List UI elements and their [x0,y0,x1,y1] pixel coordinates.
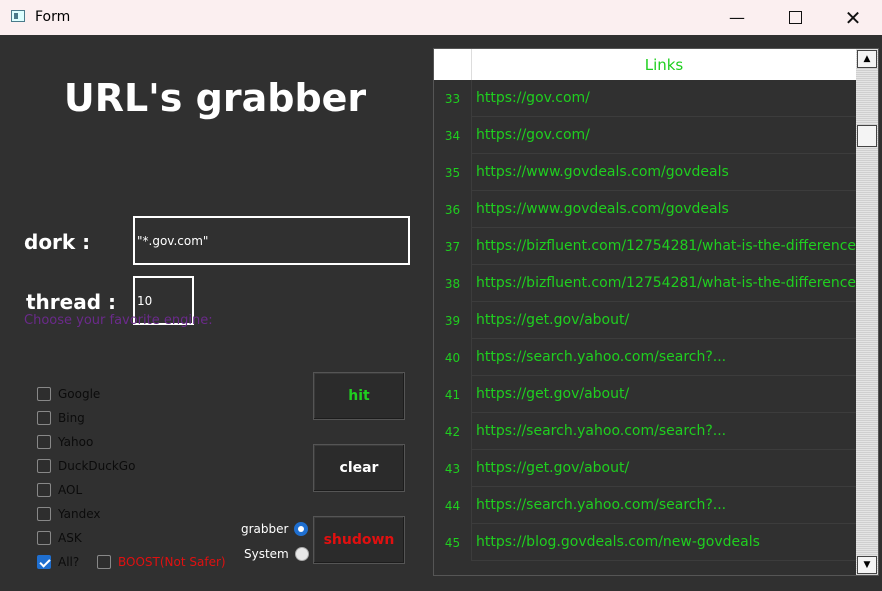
row-number: 44 [434,487,471,524]
close-button[interactable]: ✕ [824,0,882,35]
link-cell[interactable]: https://bizfluent.com/12754281/what-is-t… [471,228,856,265]
link-cell[interactable]: https://www.govdeals.com/govdeals [471,154,856,191]
checkbox-box[interactable] [37,459,51,473]
radio-label: grabber [241,522,289,536]
table-row[interactable]: 34 https://gov.com/ [434,117,856,154]
link-cell[interactable]: https://blog.govdeals.com/new-govdeals [471,524,856,561]
engine-yandex-checkbox[interactable]: Yandex [37,505,101,523]
table-corner [434,49,471,80]
link-cell[interactable]: https://bizfluent.com/12754281/what-is-t… [471,265,856,302]
boost-label: BOOST(Not Safer) [118,555,226,569]
checkbox-label: AOL [58,483,83,497]
checkbox-label: Google [58,387,101,401]
radio-indicator[interactable] [294,547,309,561]
thread-label: thread : [26,290,116,314]
scroll-down-button[interactable]: ▼ [857,556,877,574]
checkbox-box[interactable] [37,387,51,401]
engine-all-checkbox[interactable]: All? [37,553,79,571]
checkbox-label: Yandex [58,507,101,521]
row-number: 41 [434,376,471,413]
clear-button[interactable]: clear [313,444,405,492]
row-number: 45 [434,524,471,561]
checkbox-label: All? [58,555,80,569]
row-number: 34 [434,117,471,154]
links-table: Links 33 https://gov.com/ 34 https://gov.c… [433,48,879,576]
arrow-down-icon: ▼ [863,560,871,570]
table-row[interactable]: 38 https://bizfluent.com/12754281/what-is… [434,265,856,302]
engine-bing-checkbox[interactable]: Bing [37,409,85,427]
engine-duckduckgo-checkbox[interactable]: DuckDuckGo [37,457,135,475]
row-number: 40 [434,339,471,376]
row-number: 43 [434,450,471,487]
row-number: 33 [434,80,471,117]
vertical-scrollbar[interactable]: ▲ ▼ [856,49,878,575]
table-row[interactable]: 44 https://search.yahoo.com/search?... [434,487,856,524]
table-row[interactable]: 41 https://get.gov/about/ [434,376,856,413]
row-number: 35 [434,154,471,191]
link-cell[interactable]: https://www.govdeals.com/govdeals [471,191,856,228]
table-row[interactable]: 36 https://www.govdeals.com/govdeals [434,191,856,228]
title-bar: Form — ✕ [0,0,882,35]
row-number: 38 [434,265,471,302]
engine-yahoo-checkbox[interactable]: Yahoo [37,433,93,451]
maximize-button[interactable] [766,0,824,35]
engine-aol-checkbox[interactable]: AOL [37,481,82,499]
scroll-up-button[interactable]: ▲ [857,50,877,68]
table-row[interactable]: 42 https://search.yahoo.com/search?... [434,413,856,450]
row-number: 42 [434,413,471,450]
shutdown-button[interactable]: shudown [313,516,405,564]
table-row[interactable]: 33 https://gov.com/ [434,80,856,117]
row-number: 39 [434,302,471,339]
window-title: Form [35,9,71,25]
table-row[interactable]: 39 https://get.gov/about/ [434,302,856,339]
checkbox-box[interactable] [37,435,51,449]
table-row[interactable]: 35 https://www.govdeals.com/govdeals [434,154,856,191]
engine-hint: Choose your favorite engine: [24,313,213,328]
minimize-button[interactable]: — [708,0,766,35]
radio-label: System [244,547,289,561]
app-icon [11,10,25,22]
table-row[interactable]: 45 https://blog.govdeals.com/new-govdeals [434,524,856,561]
checkbox-box[interactable] [37,411,51,425]
checkbox-box[interactable] [97,555,111,569]
engine-google-checkbox[interactable]: Google [37,385,100,403]
checkbox-box[interactable] [37,531,51,545]
hit-button[interactable]: hit [313,372,405,420]
boost-checkbox[interactable]: BOOST(Not Safer) [97,553,226,571]
engine-ask-checkbox[interactable]: ASK [37,529,82,547]
table-rows: 33 https://gov.com/ 34 https://gov.com/ 35… [434,80,856,561]
close-icon: ✕ [844,5,862,30]
maximize-icon [788,11,802,24]
link-cell[interactable]: https://get.gov/about/ [471,376,856,413]
checkbox-box[interactable] [37,555,51,569]
radio-indicator[interactable] [294,522,309,536]
checkbox-box[interactable] [37,507,51,521]
row-number: 37 [434,228,471,265]
table-row[interactable]: 40 https://search.yahoo.com/search?... [434,339,856,376]
link-cell[interactable]: https://gov.com/ [471,117,856,154]
link-cell[interactable]: https://search.yahoo.com/search?... [471,413,856,450]
dork-input[interactable] [133,216,410,265]
checkbox-box[interactable] [37,483,51,497]
checkbox-label: Bing [58,411,85,425]
minimize-icon: — [729,8,745,27]
scroll-thumb[interactable] [857,125,877,147]
link-cell[interactable]: https://search.yahoo.com/search?... [471,487,856,524]
checkbox-label: DuckDuckGo [58,459,136,473]
link-cell[interactable]: https://get.gov/about/ [471,302,856,339]
page-title: URL's grabber [63,76,367,120]
dork-label: dork : [24,230,91,254]
link-cell[interactable]: https://get.gov/about/ [471,450,856,487]
link-cell[interactable]: https://gov.com/ [471,80,856,117]
row-number: 36 [434,191,471,228]
mode-system-radio[interactable]: System [244,547,309,561]
checkbox-label: ASK [58,531,82,545]
links-column-header[interactable]: Links [471,49,856,80]
arrow-up-icon: ▲ [863,54,871,64]
table-row[interactable]: 43 https://get.gov/about/ [434,450,856,487]
mode-grabber-radio[interactable]: grabber [241,522,309,536]
checkbox-label: Yahoo [58,435,94,449]
table-row[interactable]: 37 https://bizfluent.com/12754281/what-is… [434,228,856,265]
link-cell[interactable]: https://search.yahoo.com/search?... [471,339,856,376]
